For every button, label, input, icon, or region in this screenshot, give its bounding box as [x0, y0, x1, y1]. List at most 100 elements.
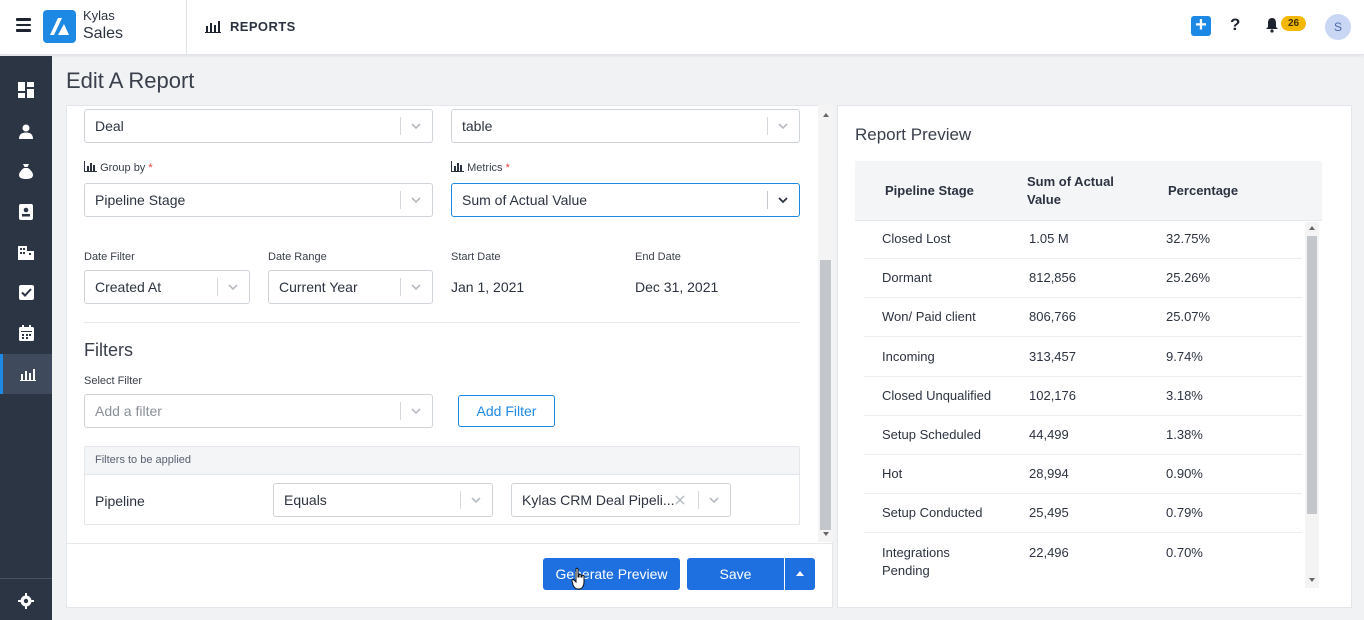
form-scrollbar[interactable]: [818, 105, 833, 542]
column-header-stage: Pipeline Stage: [885, 183, 974, 198]
table-row: Incoming 313,457 9.74%: [864, 338, 1302, 377]
kylas-logo-icon[interactable]: [43, 10, 76, 43]
start-date-value: Jan 1, 2021: [451, 279, 525, 295]
date-filter-value: Created At: [95, 279, 162, 295]
group-by-label-text: Group by: [100, 162, 146, 174]
avatar[interactable]: S: [1325, 14, 1351, 40]
add-filter-button[interactable]: Add Filter: [458, 395, 555, 427]
scrollbar-thumb[interactable]: [820, 260, 831, 530]
entity-select[interactable]: Deal: [84, 109, 433, 143]
chevron-down-icon: [778, 197, 788, 204]
contacts-icon[interactable]: [0, 111, 52, 151]
hand-cursor-icon: [571, 567, 585, 590]
cell-percentage: 25.07%: [1166, 309, 1211, 324]
date-range-label: Date Range: [268, 251, 327, 263]
date-range-value: Current Year: [279, 279, 358, 295]
group-by-select[interactable]: Pipeline Stage: [84, 183, 433, 217]
cell-percentage: 0.90%: [1166, 466, 1203, 481]
metrics-value: Sum of Actual Value: [462, 192, 588, 208]
required-mark: *: [505, 162, 510, 174]
page-title: Edit A Report: [66, 68, 195, 93]
cell-percentage: 9.74%: [1166, 349, 1203, 364]
companies-icon[interactable]: [0, 232, 52, 272]
header-divider: [186, 0, 187, 55]
generate-preview-button[interactable]: Generate Preview: [543, 558, 680, 590]
column-header-sum: Sum of Actual Value: [1027, 174, 1114, 207]
bell-icon[interactable]: [1265, 17, 1279, 36]
chevron-down-icon: [778, 123, 788, 130]
cell-percentage: 25.26%: [1166, 270, 1211, 285]
report-form-panel: [66, 105, 833, 608]
chevron-down-icon: [411, 197, 421, 204]
cell-percentage: 3.18%: [1166, 388, 1203, 403]
tasks-icon[interactable]: [0, 272, 52, 312]
leads-icon[interactable]: [0, 192, 52, 232]
report-type-value: table: [462, 118, 493, 134]
footer-divider: [67, 543, 833, 544]
scrollbar-thumb[interactable]: [1307, 236, 1317, 514]
applied-filters-title: Filters to be applied: [95, 454, 191, 466]
date-filter-select[interactable]: Created At: [84, 270, 250, 304]
sidebar: [0, 56, 52, 620]
scroll-down-arrow[interactable]: [823, 532, 829, 536]
cell-stage: Setup Scheduled: [882, 427, 982, 442]
cell-sum: 812,856: [1029, 270, 1076, 285]
reports-nav-icon[interactable]: [0, 354, 52, 394]
help-icon[interactable]: ?: [1230, 15, 1240, 35]
chevron-down-icon: [411, 408, 421, 415]
cell-stage: Incoming: [882, 349, 935, 364]
settings-icon[interactable]: [0, 581, 52, 620]
scroll-up-arrow[interactable]: [1309, 226, 1315, 230]
deals-icon[interactable]: [0, 151, 52, 191]
brand-name: Kylas: [83, 8, 115, 23]
cell-sum: 25,495: [1029, 505, 1069, 520]
table-row: Setup Conducted 25,495 0.79%: [864, 494, 1302, 533]
filter-field-label: Pipeline: [95, 493, 145, 509]
chevron-down-icon: [411, 123, 421, 130]
cell-sum: 102,176: [1029, 388, 1076, 403]
notification-badge[interactable]: 26: [1281, 16, 1306, 31]
preview-title: Report Preview: [855, 125, 972, 144]
select-divider: [767, 117, 768, 135]
select-divider: [698, 491, 699, 509]
dashboard-icon[interactable]: [0, 70, 52, 110]
save-button[interactable]: Save: [687, 558, 784, 590]
menu-icon[interactable]: [16, 18, 31, 32]
table-row: Closed Unqualified 102,176 3.18%: [864, 377, 1302, 416]
end-date-value: Dec 31, 2021: [635, 279, 719, 295]
group-by-value: Pipeline Stage: [95, 192, 186, 208]
cell-sum: 22,496: [1029, 545, 1069, 560]
report-type-select[interactable]: table: [451, 109, 800, 143]
filter-operator-value: Equals: [284, 492, 327, 508]
save-options-button[interactable]: [785, 558, 815, 590]
chevron-down-icon: [228, 284, 238, 291]
select-divider: [400, 402, 401, 420]
cell-sum: 806,766: [1029, 309, 1076, 324]
select-divider: [767, 191, 768, 209]
table-row: Dormant 812,856 25.26%: [864, 259, 1302, 298]
cell-percentage: 0.70%: [1166, 545, 1203, 560]
plus-icon[interactable]: +: [1191, 15, 1211, 36]
cell-percentage: 0.79%: [1166, 505, 1203, 520]
select-filter-label: Select Filter: [84, 375, 143, 387]
cell-stage: Setup Conducted: [882, 505, 983, 520]
top-bar: Kylas Sales REPORTS + ? 26 S: [0, 0, 1364, 55]
chevron-down-icon: [471, 497, 481, 504]
select-divider: [400, 191, 401, 209]
table-row: Closed Lost 1.05 M 32.75%: [864, 220, 1302, 259]
scroll-down-arrow[interactable]: [1309, 578, 1315, 582]
date-range-select[interactable]: Current Year: [268, 270, 433, 304]
filter-operator-select[interactable]: Equals: [273, 483, 493, 517]
chart-icon: [451, 161, 464, 172]
calendar-icon[interactable]: [0, 313, 52, 353]
cell-percentage: 32.75%: [1166, 231, 1211, 246]
cell-sum: 28,994: [1029, 466, 1069, 481]
clear-icon[interactable]: [675, 495, 685, 505]
preview-scrollbar[interactable]: [1305, 222, 1319, 588]
metrics-label: Metrics *: [451, 161, 510, 174]
scroll-up-arrow[interactable]: [823, 113, 829, 117]
add-filter-select[interactable]: Add a filter: [84, 394, 433, 428]
filter-value-select[interactable]: Kylas CRM Deal Pipeli...: [511, 483, 731, 517]
metrics-select[interactable]: Sum of Actual Value: [451, 183, 800, 217]
select-divider: [400, 117, 401, 135]
